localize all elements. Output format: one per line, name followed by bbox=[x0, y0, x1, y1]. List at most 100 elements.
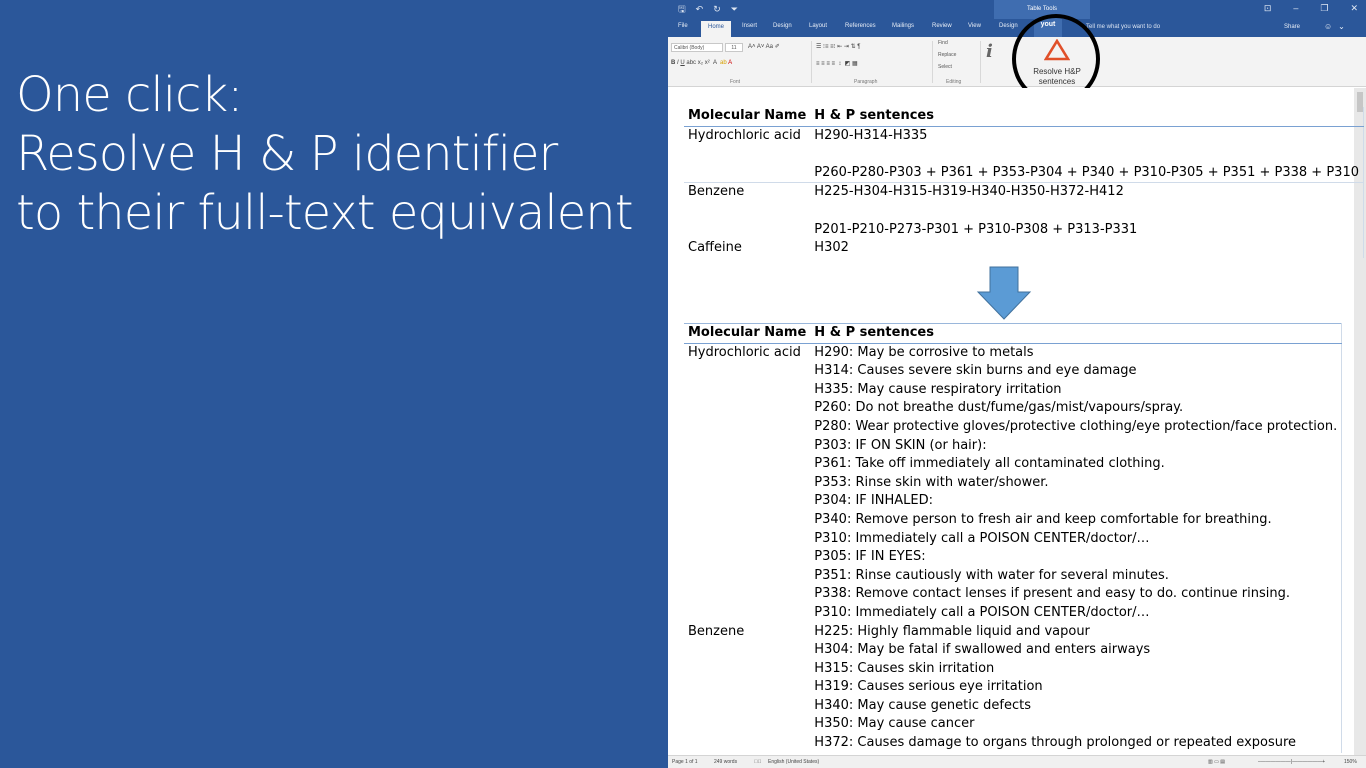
table-row: Caffeine H302 bbox=[684, 239, 1364, 258]
table-row bbox=[684, 202, 1364, 221]
word-count[interactable]: 249 words bbox=[714, 759, 737, 765]
sentence: P353: Rinse skin with water/shower. bbox=[814, 474, 1049, 490]
share-button[interactable]: Share bbox=[1284, 24, 1300, 30]
h-codes: H290-H314-H335 bbox=[814, 127, 928, 143]
redo-icon[interactable]: ↻ bbox=[713, 4, 721, 14]
table-row: H335: May cause respiratory irritation bbox=[684, 381, 1342, 400]
molecule-name: Hydrochloric acid bbox=[688, 344, 801, 360]
table-row: H372: Causes damage to organs through pr… bbox=[684, 734, 1342, 753]
table-row: P260: Do not breathe dust/fume/gas/mist/… bbox=[684, 399, 1342, 418]
sentence: H225: Highly flammable liquid and vapour bbox=[814, 623, 1090, 639]
identifier-table: Molecular Name H & P sentences Hydrochlo… bbox=[684, 107, 1364, 258]
sentence: H315: Causes skin irritation bbox=[814, 660, 995, 676]
view-buttons[interactable]: ▥ ▭ ▤ bbox=[1208, 759, 1225, 765]
table-row: P305: IF IN EYES: bbox=[684, 548, 1342, 567]
account-icons[interactable]: ☺⌄ bbox=[1324, 22, 1351, 31]
quick-access-toolbar: 🖫 ↶ ↻ ⏷ bbox=[678, 4, 738, 14]
table-row: P304: IF INHALED: bbox=[684, 492, 1342, 511]
select-button[interactable]: Select bbox=[938, 64, 952, 70]
molecule-name: Caffeine bbox=[688, 240, 742, 256]
tab-home[interactable]: Home bbox=[701, 21, 732, 37]
sentence: H290: May be corrosive to metals bbox=[814, 344, 1034, 360]
undo-icon[interactable]: ↶ bbox=[696, 4, 704, 14]
sentence: H350: May cause cancer bbox=[814, 716, 975, 732]
tab-view[interactable]: View bbox=[968, 23, 981, 29]
tab-design[interactable]: Design bbox=[773, 23, 792, 29]
font-size-select[interactable]: 11 bbox=[725, 43, 743, 52]
table-row: P340: Remove person to fresh air and kee… bbox=[684, 511, 1342, 530]
tab-mailings[interactable]: Mailings bbox=[892, 23, 914, 29]
table-row: H314: Causes severe skin burns and eye d… bbox=[684, 362, 1342, 381]
tab-table-design[interactable]: Design bbox=[999, 23, 1018, 29]
table-row: P260-P280-P303 + P361 + P353-P304 + P340… bbox=[684, 164, 1364, 183]
font-size-buttons[interactable]: A˄ A˅ Aa ✐ bbox=[748, 43, 780, 50]
table-row: P303: IF ON SKIN (or hair): bbox=[684, 437, 1342, 456]
proofing-icon[interactable]: ✓⃞ bbox=[754, 759, 762, 765]
restore-icon[interactable]: ❐ bbox=[1320, 3, 1328, 14]
tab-layout[interactable]: Layout bbox=[809, 23, 827, 29]
table-row: P201-P210-P273-P301 + P310-P308 + P313-P… bbox=[684, 221, 1364, 240]
table-row: H319: Causes serious eye irritation bbox=[684, 678, 1342, 697]
tab-file[interactable]: File bbox=[678, 23, 688, 29]
sentence: P351: Rinse cautiously with water for se… bbox=[814, 567, 1169, 583]
headline-line-2: Resolve H & P identifier bbox=[16, 126, 558, 182]
table-row: H340: May cause genetic defects bbox=[684, 697, 1342, 716]
table-row: Benzene H225: Highly flammable liquid and… bbox=[684, 623, 1342, 642]
font-name-select[interactable]: Calibri (Body) bbox=[671, 43, 723, 52]
zoom-slider[interactable]: –——————|——————+ bbox=[1258, 759, 1325, 765]
info-icon[interactable]: i bbox=[986, 41, 993, 62]
tab-insert[interactable]: Insert bbox=[742, 23, 757, 29]
list-buttons[interactable]: ☰ ⁝≡ ≡⁝ ⇤ ⇥ ⇅ ¶ bbox=[816, 43, 861, 50]
table-row: Hydrochloric acid H290-H314-H335 bbox=[684, 126, 1364, 145]
table-row: P351: Rinse cautiously with water for se… bbox=[684, 567, 1342, 586]
align-buttons[interactable]: ≡ ≡ ≡ ≡ ↕ ◩ ▦ bbox=[816, 60, 858, 67]
ribbon-options-icon[interactable]: ⊡ bbox=[1264, 3, 1272, 14]
p-codes: P260-P280-P303 + P361 + P353-P304 + P340… bbox=[814, 164, 1359, 180]
sentence: P304: IF INHALED: bbox=[814, 493, 933, 509]
table-row: H350: May cause cancer bbox=[684, 715, 1342, 734]
replace-button[interactable]: Replace bbox=[938, 52, 956, 58]
molecule-name: Hydrochloric acid bbox=[688, 127, 801, 143]
editing-group-label: Editing bbox=[946, 79, 962, 85]
column-header-sentences: H & P sentences bbox=[810, 107, 1364, 127]
table-row: P310: Immediately call a POISON CENTER/d… bbox=[684, 530, 1342, 549]
sentence: P303: IF ON SKIN (or hair): bbox=[814, 437, 987, 453]
table-row: P353: Rinse skin with water/shower. bbox=[684, 474, 1342, 493]
sentence: P338: Remove contact lenses if present a… bbox=[814, 586, 1290, 602]
customize-qat-icon[interactable]: ⏷ bbox=[731, 4, 738, 14]
table-row: P310: Immediately call a POISON CENTER/d… bbox=[684, 604, 1342, 623]
headline-line-1: One click: bbox=[16, 67, 243, 123]
sentence: P310: Immediately call a POISON CENTER/d… bbox=[814, 604, 1150, 620]
sentence: P340: Remove person to fresh air and kee… bbox=[814, 511, 1272, 527]
table-row: H315: Causes skin irritation bbox=[684, 660, 1342, 679]
slide-headline: One click: Resolve H & P identifier to t… bbox=[16, 66, 634, 243]
save-icon[interactable]: 🖫 bbox=[678, 4, 686, 14]
sentence: P310: Immediately call a POISON CENTER/d… bbox=[814, 530, 1150, 546]
sentence: P305: IF IN EYES: bbox=[814, 549, 926, 565]
sentence: P280: Wear protective gloves/protective … bbox=[814, 418, 1338, 434]
table-row bbox=[684, 145, 1364, 164]
close-icon[interactable]: ✕ bbox=[1350, 3, 1358, 14]
tab-review[interactable]: Review bbox=[932, 23, 952, 29]
sentence: P260: Do not breathe dust/fume/gas/mist/… bbox=[814, 400, 1184, 416]
minimize-icon[interactable]: – bbox=[1293, 3, 1298, 14]
headline-line-3: to their full-text equivalent bbox=[16, 185, 634, 241]
ribbon-tabs: File Home Insert Design Layout Reference… bbox=[668, 19, 1366, 37]
page-count[interactable]: Page 1 of 1 bbox=[672, 759, 698, 765]
resolved-table: Molecular Name H & P sentences Hydrochlo… bbox=[684, 323, 1343, 753]
find-button[interactable]: Find bbox=[938, 40, 948, 46]
sentence: H304: May be fatal if swallowed and ente… bbox=[814, 642, 1151, 658]
font-format-buttons[interactable]: B I U abc x₂ x² A ab A bbox=[671, 60, 732, 66]
language-indicator[interactable]: English (United States) bbox=[768, 759, 819, 765]
tab-references[interactable]: References bbox=[845, 23, 876, 29]
table-row: P280: Wear protective gloves/protective … bbox=[684, 418, 1342, 437]
sentence: H372: Causes damage to organs through pr… bbox=[814, 735, 1297, 751]
zoom-level[interactable]: 150% bbox=[1344, 759, 1357, 765]
sentence: H340: May cause genetic defects bbox=[814, 697, 1031, 713]
down-arrow-icon bbox=[976, 266, 1032, 320]
word-window: 🖫 ↶ ↻ ⏷ Table Tools ⊡ – ❐ ✕ File Home In… bbox=[668, 0, 1366, 768]
status-bar: Page 1 of 1 249 words ✓⃞ English (United… bbox=[668, 755, 1366, 768]
tell-me-search[interactable]: Tell me what you want to do bbox=[1086, 24, 1160, 30]
sentence: H314: Causes severe skin burns and eye d… bbox=[814, 363, 1137, 379]
table-row: P338: Remove contact lenses if present a… bbox=[684, 585, 1342, 604]
